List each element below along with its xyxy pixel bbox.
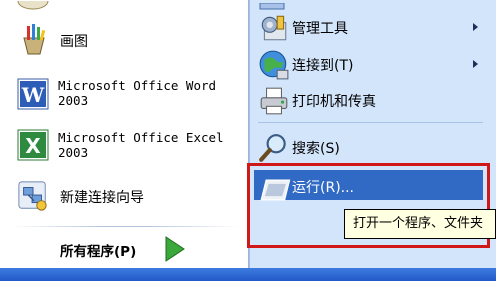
recent-program-item-partial[interactable] [16,0,50,10]
menu-label-search: 搜索(S) [292,141,340,157]
svg-text:W: W [21,83,45,107]
program-label-excel-line1: Microsoft Office Excel [58,130,224,145]
menu-item-printers-faxes[interactable]: 打印机和传真 [254,84,483,116]
program-label-new-connection: 新建连接向导 [60,190,144,206]
program-item-new-connection[interactable]: 新建连接向导 [0,178,248,218]
run-tooltip: 打开一个程序、文件夹 [344,209,496,239]
program-label-word-line1: Microsoft Office Word [58,78,217,93]
menu-item-admin-tools[interactable]: 管理工具 [254,12,483,42]
printer-icon [260,87,288,115]
green-arrow-icon [165,236,185,262]
program-label-word-line2: 2003 [58,93,89,108]
globe-network-icon [259,50,289,80]
admin-tools-icon [261,15,287,41]
program-label-paint: 画图 [60,34,88,50]
start-menu-bottom-bar [0,268,496,281]
menu-label-admin-tools: 管理工具 [292,21,348,37]
paint-brushes-icon [23,24,46,55]
all-programs-divider [10,226,240,227]
network-wizard-icon [18,181,47,211]
word-icon: W [17,78,49,110]
program-item-paint[interactable]: 画图 [0,22,248,60]
program-icon [17,0,49,10]
program-item-excel[interactable]: X Microsoft Office Excel 2003 [0,124,248,166]
menu-item-search[interactable]: 搜索(S) [254,131,483,163]
submenu-arrow-icon [473,60,478,68]
partial-icon [259,2,285,10]
all-programs-button[interactable]: 所有程序(P) [40,234,200,264]
menu-label-printers-faxes: 打印机和传真 [292,94,376,110]
menu-label-connect-to: 连接到(T) [292,58,354,74]
menu-item-connect-to[interactable]: 连接到(T) [254,48,483,80]
right-item-partial[interactable] [258,0,288,10]
program-label-excel-line2: 2003 [58,145,89,160]
svg-text:X: X [25,134,41,158]
program-item-word[interactable]: W Microsoft Office Word 2003 [0,72,248,114]
search-icon [259,134,286,162]
start-menu-left-pane: 画图 W Microsoft Office Word 2003 X Micros… [0,0,249,281]
submenu-arrow-icon [473,23,478,31]
all-programs-label: 所有程序(P) [60,244,137,260]
menu-divider [258,122,483,123]
excel-icon: X [17,129,49,161]
